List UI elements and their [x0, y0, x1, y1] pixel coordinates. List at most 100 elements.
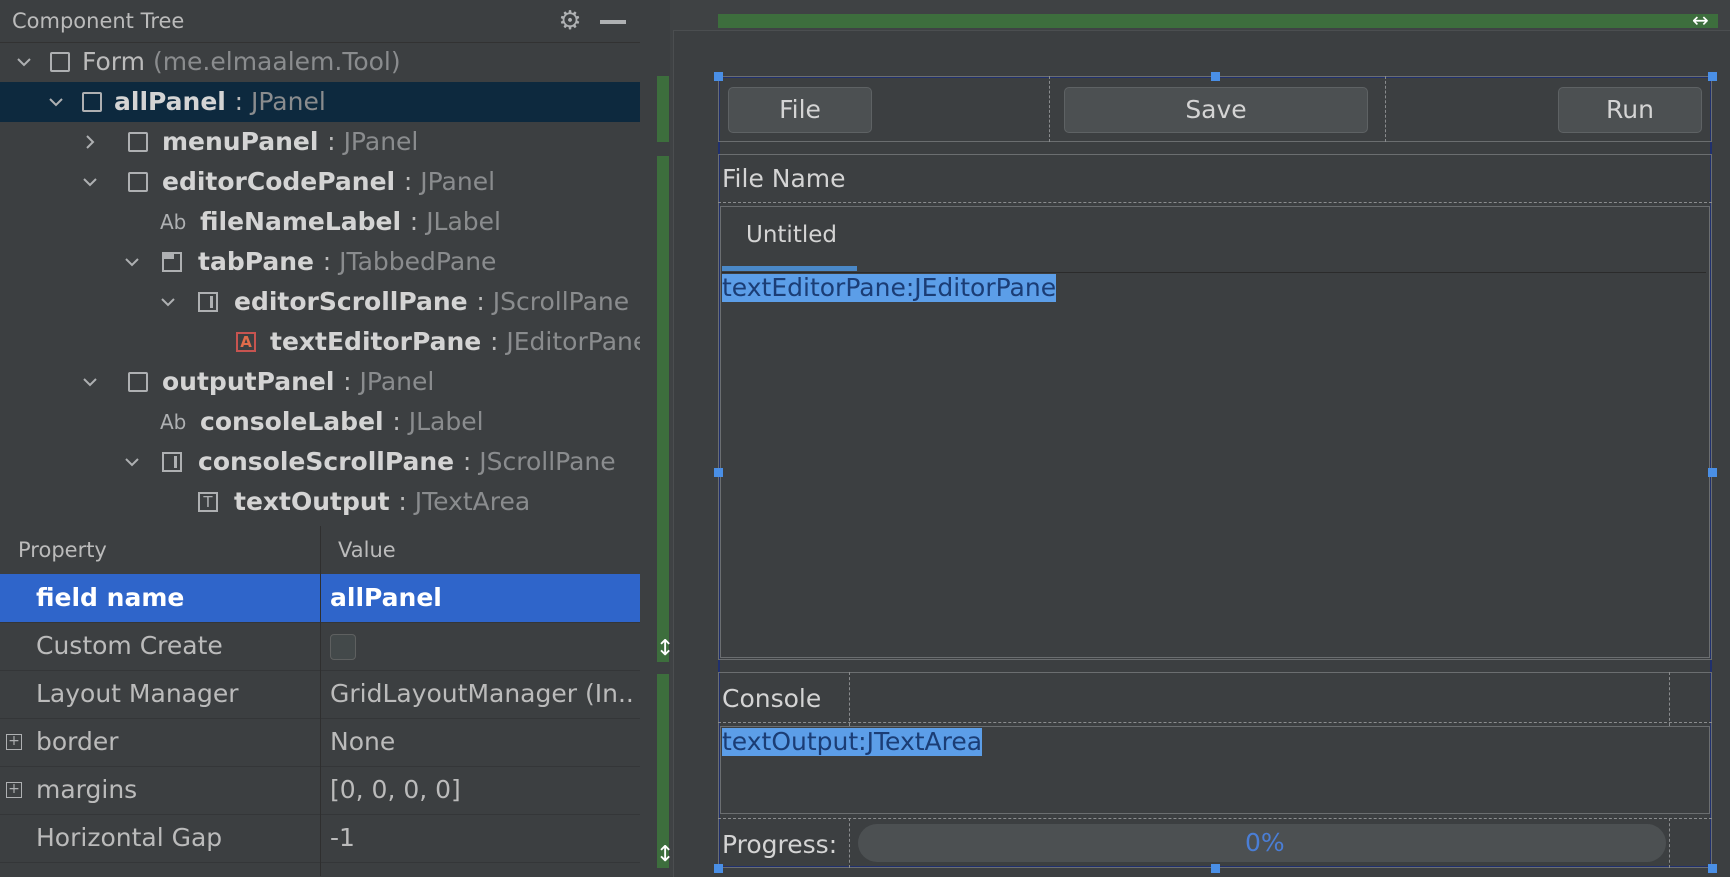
column-guide-bar[interactable] [718, 14, 1718, 28]
chevron-down-icon[interactable] [122, 442, 142, 482]
grid-line [849, 672, 850, 726]
property-value[interactable]: allPanel [330, 574, 635, 622]
property-name: field name [36, 583, 185, 612]
tree-item-name: editorCodePanel [162, 167, 396, 196]
tree-item-name: fileNameLabel [200, 207, 402, 236]
property-name: Horizontal Gap [36, 823, 223, 852]
resize-handle[interactable] [1708, 468, 1717, 477]
tree-row-consolescrollpane[interactable]: consoleScrollPane : JScrollPane [0, 442, 640, 482]
tree-row-consolelabel[interactable]: Ab consoleLabel : JLabel [0, 402, 640, 442]
panel-icon [128, 172, 148, 192]
row-guide-bar[interactable] [657, 76, 669, 142]
text-editor-pane[interactable]: textEditorPane:JEditorPane [722, 274, 1057, 302]
property-name: border [36, 727, 119, 756]
tab-untitled[interactable]: Untitled [746, 222, 837, 248]
tree-separator: : [327, 127, 336, 156]
progress-label: Progress: [722, 830, 838, 859]
tree-row-menupanel[interactable]: menuPanel : JPanel [0, 122, 640, 162]
property-value[interactable]: None [330, 718, 635, 766]
grid-line [1049, 76, 1050, 142]
file-name-label: File Name [722, 164, 846, 193]
tree-row-allpanel[interactable]: allPanel : JPanel [0, 82, 640, 122]
save-button[interactable]: Save [1064, 87, 1368, 133]
tree-row-texteditorpane[interactable]: A textEditorPane : JEditorPane [0, 322, 640, 362]
resize-handle[interactable] [1708, 864, 1717, 873]
editor-pane-icon: A [236, 332, 256, 352]
row-guide-bar[interactable] [657, 156, 669, 662]
panel-icon [50, 52, 70, 72]
resize-handle[interactable] [1211, 864, 1220, 873]
chevron-right-icon[interactable] [80, 122, 100, 162]
tree-row-editorscrollpane[interactable]: editorScrollPane : JScrollPane [0, 282, 640, 322]
tree-item-name: consoleScrollPane [198, 447, 455, 476]
tree-row-tabpane[interactable]: tabPane : JTabbedPane [0, 242, 640, 282]
file-button[interactable]: File [728, 87, 872, 133]
chevron-down-icon[interactable] [46, 82, 66, 122]
value-column-header: Value [338, 538, 396, 562]
minimize-icon[interactable] [600, 20, 626, 24]
left-panel: Component Tree ⚙ Form (me.elmaalem.Tool)… [0, 0, 640, 876]
text-area-icon: T [198, 492, 218, 512]
tree-item-type: JEditorPane [506, 327, 640, 356]
property-name: Layout Manager [36, 679, 239, 708]
resize-handle[interactable] [714, 72, 723, 81]
tree-separator: : [322, 247, 332, 276]
tree-row-textoutput[interactable]: T textOutput : JTextArea [0, 482, 640, 518]
grid-line [1669, 672, 1670, 726]
tab-strip [722, 208, 1706, 273]
property-table: Property Value field name allPanel Custo… [0, 526, 640, 876]
tree-item-type: (me.elmaalem.Tool) [152, 47, 401, 76]
tree-item-name: menuPanel [162, 127, 319, 156]
resize-handle[interactable] [1211, 72, 1220, 81]
tree-row-outputpanel[interactable]: outputPanel : JPanel [0, 362, 640, 402]
row-guide-bar[interactable] [657, 674, 669, 868]
gear-icon[interactable]: ⚙ [556, 7, 584, 35]
scroll-pane-icon [162, 452, 182, 472]
resize-handle[interactable] [1708, 72, 1717, 81]
chevron-down-icon[interactable] [80, 362, 100, 402]
tree-item-type: JTextArea [414, 487, 531, 516]
chevron-down-icon[interactable] [14, 42, 34, 82]
chevron-down-icon[interactable] [80, 162, 100, 202]
active-tab-indicator [722, 266, 857, 271]
label-icon: Ab [160, 410, 187, 434]
property-value[interactable]: [0, 0, 0, 0] [330, 766, 635, 814]
tree-separator: : [489, 327, 499, 356]
tree-separator: : [343, 367, 352, 396]
vertical-resize-icon[interactable]: ↕ [656, 636, 674, 661]
expand-icon[interactable]: + [6, 734, 22, 750]
tree-item-name: allPanel [114, 87, 226, 116]
tree-row-filenamelabel[interactable]: Ab fileNameLabel : JLabel [0, 202, 640, 242]
property-name: margins [36, 775, 138, 804]
text-output-area[interactable]: textOutput:JTextArea [722, 728, 983, 756]
tree-item-type: JPanel [359, 367, 435, 396]
tree-separator: : [403, 167, 413, 196]
vertical-resize-icon[interactable]: ↕ [656, 842, 674, 867]
tree-separator: : [476, 287, 485, 316]
chevron-down-icon[interactable] [158, 282, 178, 322]
tree-item-type: JPanel [420, 167, 496, 196]
tree-row-editorcodepanel[interactable]: editorCodePanel : JPanel [0, 162, 640, 202]
tree-separator: : [392, 407, 401, 436]
tree-separator: : [462, 447, 472, 476]
tree-item-type: JPanel [250, 87, 326, 116]
chevron-down-icon[interactable] [122, 242, 142, 282]
grid-line [718, 202, 1712, 203]
custom-create-checkbox[interactable] [330, 634, 356, 660]
resize-handle[interactable] [714, 468, 723, 477]
grid-line [718, 818, 1712, 819]
horizontal-resize-icon[interactable]: ↔ [1692, 8, 1709, 32]
tree-separator: : [234, 87, 244, 116]
property-value[interactable]: -1 [330, 814, 635, 862]
tree-row-form[interactable]: Form (me.elmaalem.Tool) [0, 42, 640, 82]
tree-item-type: JLabel [408, 407, 484, 436]
column-divider[interactable] [320, 526, 321, 876]
progress-text: 0% [1245, 828, 1285, 857]
property-value[interactable]: GridLayoutManager (In... [330, 670, 635, 718]
resize-handle[interactable] [714, 864, 723, 873]
grid-line [718, 722, 1712, 723]
grid-line [1669, 818, 1670, 868]
expand-icon[interactable]: + [6, 782, 22, 798]
panel-icon [128, 132, 148, 152]
run-button[interactable]: Run [1558, 87, 1702, 133]
